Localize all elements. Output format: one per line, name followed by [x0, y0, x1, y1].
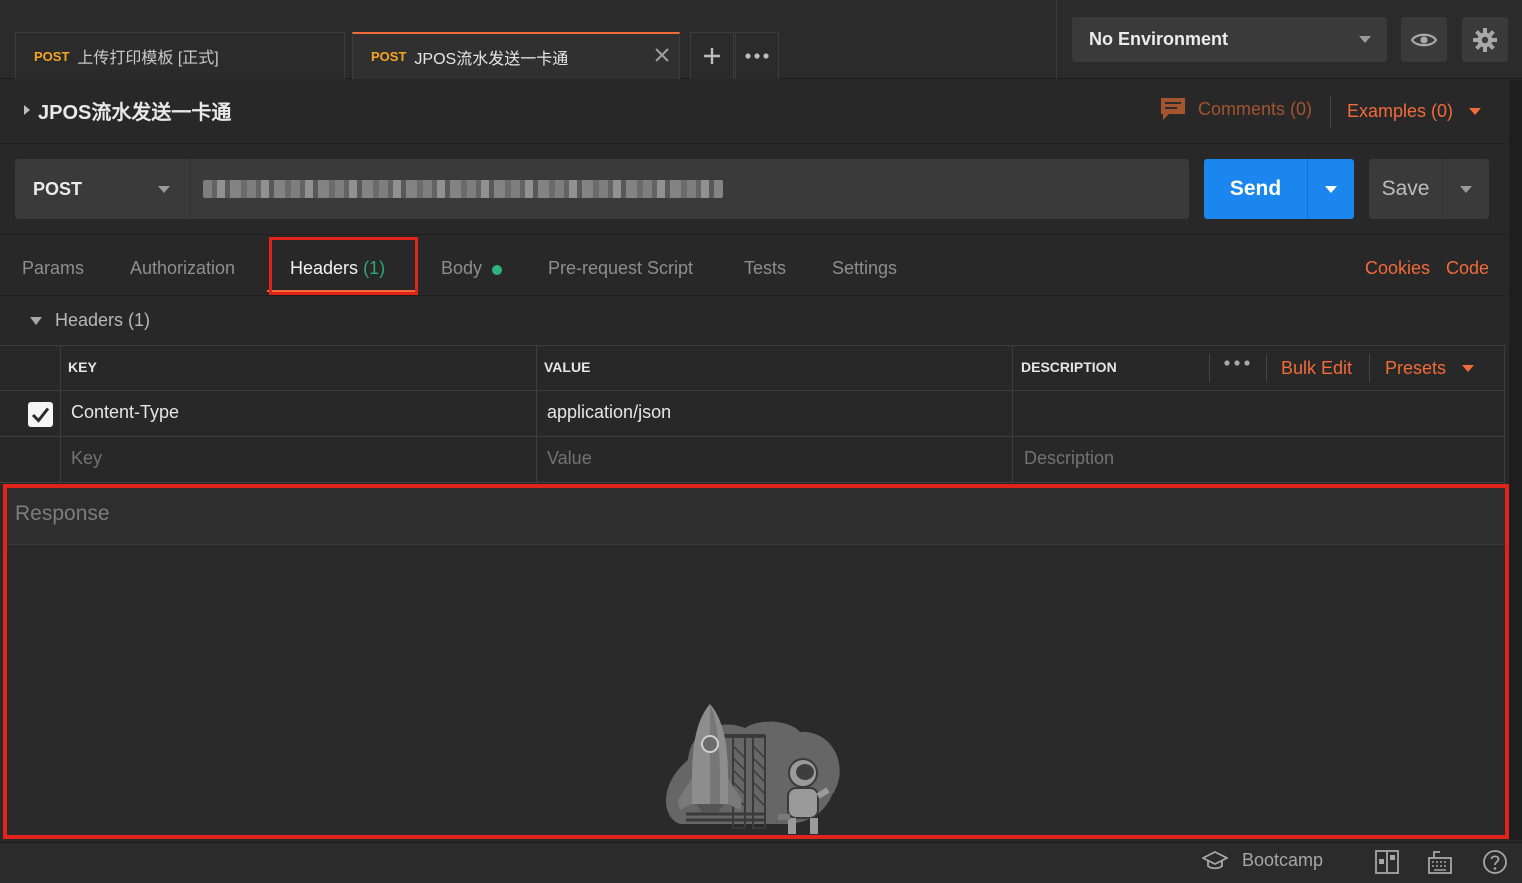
separator [0, 234, 1505, 235]
headers-section-title: Headers (1) [55, 310, 151, 330]
help-icon[interactable] [1483, 850, 1507, 874]
divider [1209, 354, 1210, 382]
expand-request-info-icon[interactable] [24, 105, 30, 115]
collapse-headers-icon[interactable] [30, 317, 42, 325]
send-options-button[interactable] [1307, 159, 1354, 219]
column-header-key: KEY [68, 359, 97, 375]
request-tab-upload-template[interactable]: POST 上传打印模板 [正式] [15, 32, 345, 79]
gear-icon [1472, 27, 1498, 53]
separator [0, 143, 1505, 144]
bulk-edit-button[interactable]: Bulk Edit [1281, 358, 1352, 379]
examples-dropdown[interactable]: Examples (0) [1347, 101, 1482, 122]
presets-label: Presets [1385, 358, 1447, 378]
chevron-down-icon [1460, 186, 1472, 193]
environment-quick-look-button[interactable] [1401, 17, 1447, 62]
redacted-url [203, 180, 723, 198]
method-label: POST [33, 178, 83, 199]
send-button[interactable]: Send [1204, 159, 1307, 219]
bootcamp-button[interactable]: Bootcamp [1202, 850, 1323, 871]
comments-button[interactable]: Comments (0) [1160, 97, 1312, 121]
send-label: Send [1229, 177, 1282, 200]
tab-method-badge: POST [371, 49, 407, 64]
separator [0, 295, 1505, 296]
examples-label: Examples (0) [1347, 101, 1454, 121]
rocket-astronaut-illustration [660, 700, 845, 834]
table-divider [0, 482, 1505, 483]
new-tab-button[interactable] [690, 32, 734, 79]
header-key-cell[interactable]: Content-Type [71, 402, 179, 423]
checkmark-icon [28, 402, 53, 427]
table-divider [60, 346, 61, 483]
body-status-dot [492, 265, 502, 275]
tab-title: JPOS流水发送一卡通 [414, 50, 569, 68]
column-header-value: VALUE [544, 359, 591, 375]
divider [1330, 96, 1331, 128]
cookies-link[interactable]: Cookies [1365, 258, 1430, 279]
tab-body[interactable]: Body [441, 258, 482, 279]
save-label: Save [1381, 177, 1430, 200]
env-divider [1056, 0, 1057, 79]
plus-icon [702, 46, 722, 66]
table-divider [1012, 346, 1013, 483]
bootcamp-label: Bootcamp [1242, 850, 1324, 870]
response-title: Response [15, 502, 110, 525]
comments-label: Comments (0) [1198, 98, 1313, 119]
new-description-input[interactable]: Description [1024, 448, 1114, 469]
more-horizontal-icon [745, 52, 769, 60]
chevron-down-icon [1469, 108, 1482, 115]
divider [1266, 354, 1267, 382]
headers-tab-highlight-box [269, 237, 418, 295]
vertical-scrollbar[interactable] [1509, 80, 1522, 840]
manage-environments-button[interactable] [1462, 17, 1508, 62]
two-pane-view-icon[interactable] [1375, 850, 1399, 874]
new-key-input[interactable]: Key [71, 448, 102, 469]
response-header [7, 488, 1505, 545]
method-select[interactable]: POST [15, 159, 190, 219]
close-icon[interactable] [653, 46, 671, 64]
chevron-down-icon [1462, 365, 1475, 372]
tab-authorization[interactable]: Authorization [130, 258, 235, 279]
environment-label: No Environment [1089, 29, 1229, 49]
keyboard-shortcuts-icon[interactable] [1428, 850, 1452, 874]
more-horizontal-icon[interactable] [1224, 359, 1250, 367]
header-row-checkbox[interactable] [28, 402, 53, 427]
eye-icon [1411, 32, 1437, 48]
table-divider [536, 346, 537, 483]
tab-method-badge: POST [34, 48, 70, 64]
divider [1369, 354, 1370, 382]
table-divider [0, 390, 1505, 391]
chevron-down-icon [1325, 186, 1337, 193]
headers-table [0, 345, 1505, 483]
presets-dropdown[interactable]: Presets [1385, 358, 1475, 379]
header-value-cell[interactable]: application/json [547, 402, 671, 423]
environment-select[interactable]: No Environment [1072, 17, 1387, 62]
tab-options-button[interactable] [735, 32, 779, 79]
tab-params[interactable]: Params [22, 258, 84, 279]
tab-pre-request-script[interactable]: Pre-request Script [548, 258, 693, 279]
chevron-down-icon [158, 186, 170, 193]
save-options-button[interactable] [1442, 159, 1489, 219]
code-link[interactable]: Code [1446, 258, 1489, 279]
table-divider [1504, 346, 1505, 483]
column-header-description: DESCRIPTION [1021, 359, 1117, 375]
url-input[interactable] [190, 159, 1189, 219]
request-tab-jpos-active[interactable]: POST JPOS流水发送一卡通 [352, 32, 680, 79]
chevron-down-icon [1359, 36, 1371, 43]
tab-settings[interactable]: Settings [832, 258, 897, 279]
request-name: JPOS流水发送一卡通 [38, 102, 232, 124]
graduation-cap-icon [1202, 850, 1228, 871]
new-value-input[interactable]: Value [547, 448, 592, 469]
comment-icon [1160, 97, 1186, 121]
tab-title: 上传打印模板 [正式] [77, 50, 219, 67]
save-button[interactable]: Save [1369, 159, 1442, 219]
table-divider [0, 436, 1505, 437]
tab-tests[interactable]: Tests [744, 258, 786, 279]
